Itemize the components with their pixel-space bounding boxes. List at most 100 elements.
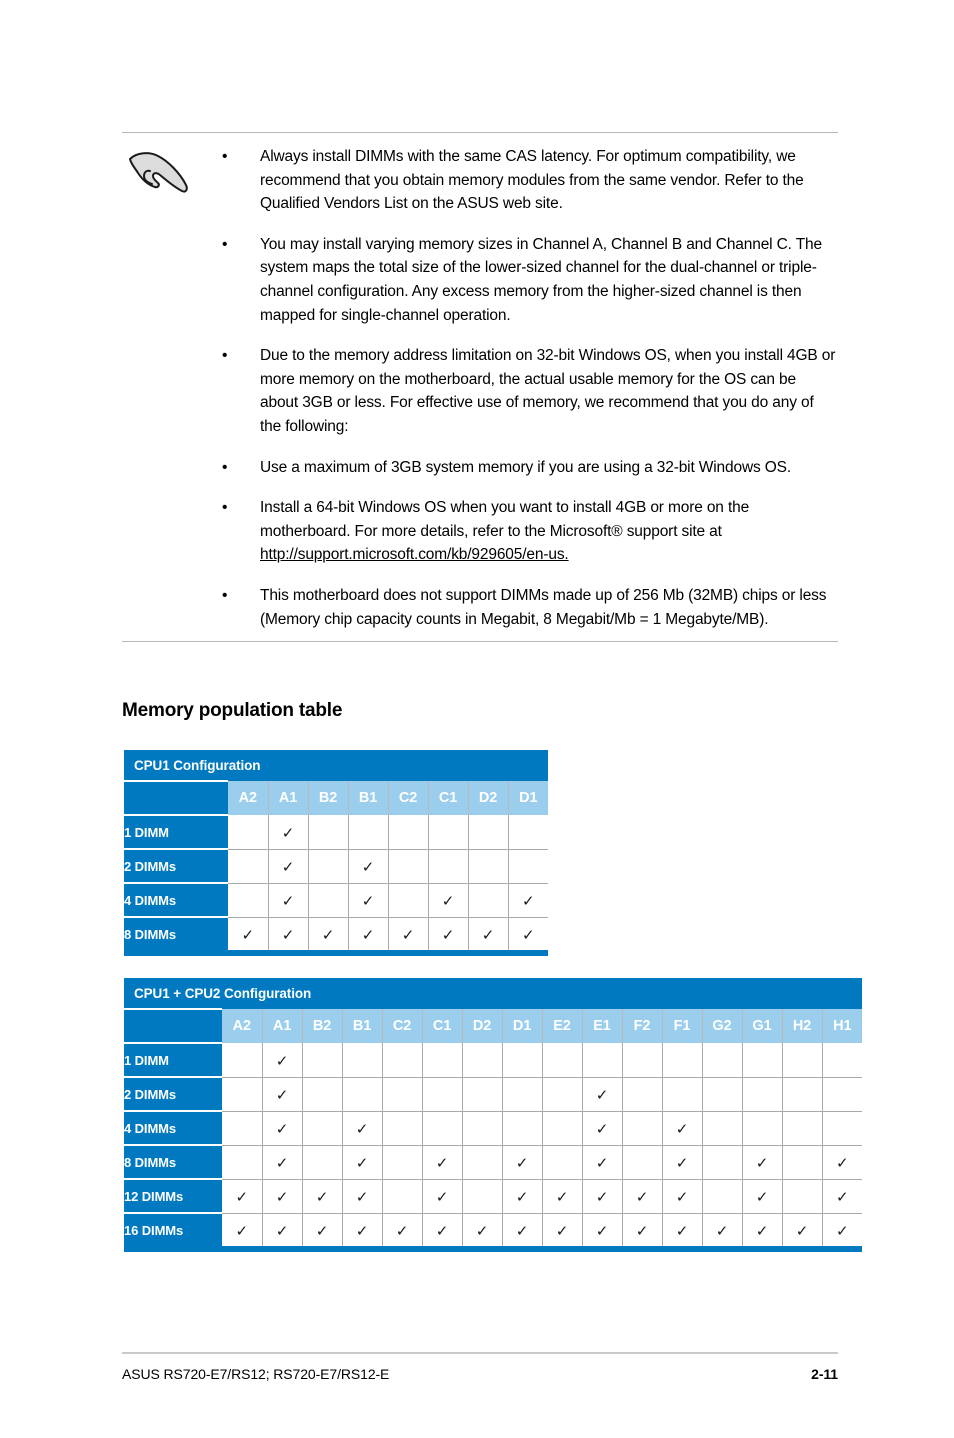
table-cell — [468, 848, 509, 883]
table-cell — [662, 1043, 703, 1077]
column-header-a2: A2 — [228, 781, 269, 815]
checkmark-icon: ✓ — [281, 893, 295, 910]
table-corner-cell — [124, 780, 228, 815]
column-header-g1: G1 — [742, 1009, 783, 1043]
table-cell — [702, 1178, 743, 1213]
checkmark-icon: ✓ — [555, 1189, 569, 1206]
table-cell: ✓ — [348, 916, 389, 950]
table-cell: ✓ — [222, 1178, 263, 1213]
column-header-e2: E2 — [542, 1009, 583, 1043]
column-header-f1: F1 — [662, 1009, 703, 1043]
table-body: A2 A1 B2 B1 C2 C1 D2 D1 1 DIMM ✓ 2 DIMMs ✓ ✓ 4 D… — [124, 780, 548, 950]
checkmark-icon: ✓ — [355, 1222, 369, 1240]
page-title: Memory population table — [122, 700, 343, 721]
bullet-glyph: • — [222, 586, 228, 604]
checkmark-icon: ✓ — [521, 926, 535, 944]
checkmark-icon: ✓ — [755, 1222, 769, 1240]
table-cell — [302, 1144, 343, 1179]
checkmark-icon: ✓ — [755, 1189, 769, 1206]
table-cell — [622, 1144, 663, 1179]
table-cell: ✓ — [348, 882, 389, 917]
list-item: • Always install DIMMs with the same CAS… — [222, 145, 838, 216]
column-header-a1: A1 — [262, 1009, 303, 1043]
column-header-h1: H1 — [822, 1009, 862, 1043]
microsoft-support-link[interactable]: http://support.microsoft.com/kb/929605/e… — [260, 546, 569, 563]
checkmark-icon: ✓ — [395, 1222, 409, 1240]
table-cell — [468, 815, 509, 849]
table-cell: ✓ — [262, 1076, 303, 1111]
table-cell: ✓ — [428, 916, 469, 950]
checkmark-icon: ✓ — [635, 1189, 649, 1206]
table-cell — [382, 1178, 423, 1213]
checkmark-icon: ✓ — [515, 1222, 529, 1240]
column-header-b1: B1 — [342, 1009, 383, 1043]
note-item-text: This motherboard does not support DIMMs … — [260, 586, 827, 628]
checkmark-icon: ✓ — [555, 1222, 569, 1240]
table-cell: ✓ — [822, 1178, 862, 1213]
note-bottom-rule — [122, 641, 838, 643]
column-header-a1: A1 — [268, 781, 309, 815]
checkmark-icon: ✓ — [755, 1155, 769, 1172]
table-cell — [302, 1110, 343, 1145]
column-header-c2: C2 — [382, 1009, 423, 1043]
column-header-h2: H2 — [782, 1009, 823, 1043]
checkmark-icon: ✓ — [441, 893, 455, 910]
list-item: • Install a 64-bit Windows OS when you w… — [222, 496, 838, 567]
checkmark-icon: ✓ — [795, 1222, 809, 1240]
table-row: 4 DIMMs ✓ ✓ ✓ ✓ — [124, 1110, 862, 1145]
column-header-d1: D1 — [502, 1009, 543, 1043]
table-cell: ✓ — [268, 882, 309, 917]
checkmark-icon: ✓ — [635, 1222, 649, 1240]
column-header-g2: G2 — [702, 1009, 743, 1043]
footer-divider — [122, 1352, 838, 1354]
checkmark-icon: ✓ — [315, 1222, 329, 1240]
table-cell — [308, 815, 349, 849]
checkmark-icon: ✓ — [595, 1121, 609, 1138]
checkmark-icon: ✓ — [595, 1222, 609, 1240]
footer-product-name: ASUS RS720-E7/RS12; RS720-E7/RS12-E — [122, 1366, 390, 1382]
checkmark-icon: ✓ — [481, 926, 495, 944]
checkmark-icon: ✓ — [281, 824, 295, 842]
table-cell — [422, 1110, 463, 1145]
row-label: 12 DIMMs — [124, 1178, 222, 1213]
table-title: CPU1 + CPU2 Configuration — [134, 986, 312, 1001]
table-cell — [822, 1110, 862, 1145]
table-corner-cell — [124, 1008, 222, 1043]
checkmark-icon: ✓ — [441, 926, 455, 944]
checkmark-icon: ✓ — [361, 859, 375, 876]
column-header-b1: B1 — [348, 781, 389, 815]
table-cell: ✓ — [228, 916, 269, 950]
table-cell: ✓ — [268, 815, 309, 849]
table-cell — [622, 1043, 663, 1077]
checkmark-icon: ✓ — [275, 1121, 289, 1138]
table-cell — [782, 1076, 823, 1111]
table-cell: ✓ — [622, 1212, 663, 1246]
table-cell — [228, 815, 269, 849]
column-header-f2: F2 — [622, 1009, 663, 1043]
table-cell: ✓ — [308, 916, 349, 950]
checkmark-icon: ✓ — [275, 1052, 289, 1070]
checkmark-icon: ✓ — [595, 1189, 609, 1206]
list-item: • You may install varying memory sizes i… — [222, 233, 838, 327]
bullet-glyph: • — [222, 458, 228, 476]
table-cell — [462, 1178, 503, 1213]
table-cell: ✓ — [662, 1178, 703, 1213]
table-cell: ✓ — [742, 1144, 783, 1179]
table-cell: ✓ — [502, 1212, 543, 1246]
document-page: • Always install DIMMs with the same CAS… — [0, 0, 954, 1438]
table-cell — [742, 1043, 783, 1077]
bullet-glyph: • — [222, 148, 228, 165]
table-cell — [542, 1144, 583, 1179]
column-header-c1: C1 — [422, 1009, 463, 1043]
checkmark-icon: ✓ — [315, 1189, 329, 1206]
table-cell: ✓ — [502, 1178, 543, 1213]
table-row: 2 DIMMs ✓ ✓ — [124, 1076, 862, 1111]
table-cell: ✓ — [382, 1212, 423, 1246]
note-bullet-list: • Always install DIMMs with the same CAS… — [222, 143, 838, 633]
table-cell: ✓ — [622, 1178, 663, 1213]
checkmark-icon: ✓ — [235, 1222, 249, 1240]
table-cell — [382, 1110, 423, 1145]
table-cell: ✓ — [542, 1212, 583, 1246]
list-item: • This motherboard does not support DIMM… — [222, 584, 838, 631]
table-cell: ✓ — [462, 1212, 503, 1246]
